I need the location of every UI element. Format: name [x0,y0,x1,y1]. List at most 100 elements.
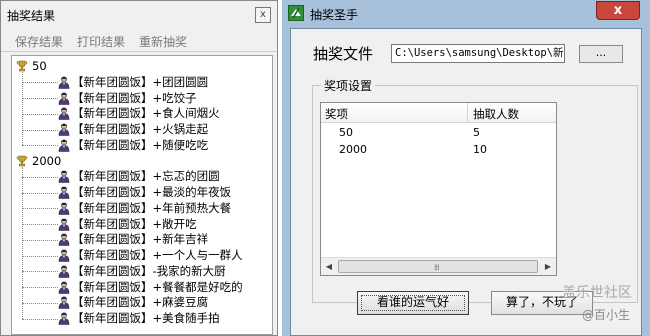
trophy-icon [16,60,28,72]
tree-connector [22,145,58,147]
result-item-label: 【新年团圆饭】+新年吉祥 [72,232,209,247]
tree-connector [22,98,58,99]
tree-connector [22,113,58,115]
file-label: 抽奖文件 [313,45,374,63]
user-icon [58,76,70,89]
results-toolbar: 保存结果 打印结果 重新抽奖 [1,31,277,52]
user-icon [58,233,70,247]
result-item-label: 【新年团圆饭】+忘忑的团圆 [72,169,220,184]
result-item-label: 【新年团圆饭】+食人间烟火 [72,106,220,121]
result-item[interactable]: 【新年团圆饭】+最淡的年夜饭 [58,185,231,200]
result-item[interactable]: 【新年团圆饭】-我家的新大厨 [58,264,226,279]
column-count[interactable]: 抽取人数 [473,106,519,122]
result-item[interactable]: 【新年团圆饭】+一个人与一群人 [58,248,243,263]
user-icon [58,249,70,262]
tree-connector [22,255,58,257]
result-item-label: 【新年团圆饭】+随便吃吃 [72,137,209,152]
result-item[interactable]: 【新年团圆饭】+吃饺子 [58,91,197,106]
user-icon [58,170,70,184]
result-group-label: 2000 [32,153,62,168]
result-item-label: 【新年团圆饭】+美食随手拍 [72,311,220,325]
redraw-button[interactable]: 重新抽奖 [139,33,187,50]
user-icon [58,92,70,105]
result-item[interactable]: 【新年团圆饭】+新年吉祥 [58,232,208,247]
user-icon [58,296,70,310]
tree-connector [22,287,58,288]
tree-connector [22,192,58,194]
prize-row[interactable]: 2000 10 [321,142,556,158]
result-item[interactable]: 【新年团圆饭】+餐餐都是好吃的 [58,280,243,295]
result-item[interactable]: 【新年团圆饭】+随便吃吃 [58,138,208,153]
app-logo-icon [288,5,304,21]
tree-connector [22,318,58,320]
scroll-left-icon[interactable]: ◀ [321,258,337,275]
tree-connector [22,271,58,273]
result-item-label: 【新年团圆饭】-我家的新大厨 [72,263,226,278]
print-results-button[interactable]: 打印结果 [77,33,125,50]
scroll-thumb[interactable]: ⁞⁞⁞ [338,260,538,273]
result-item[interactable]: 【新年团圆饭】+火锅走起 [58,122,208,137]
tree-connector [22,224,58,225]
prize-list-header: 奖项 抽取人数 [321,103,556,123]
lucky-draw-button[interactable]: 看谁的运气好 [357,291,469,315]
count-cell: 5 [473,126,480,139]
result-item-label: 【新年团圆饭】+敞开吃 [72,216,197,231]
user-icon [58,218,70,231]
result-item[interactable]: 【新年团圆饭】+麻婆豆腐 [58,295,208,310]
tree-connector [22,302,58,304]
file-path-input[interactable]: C:\Users\samsung\Desktop\新建 [391,44,565,63]
tree-branch-line [22,72,23,146]
app-close-button[interactable]: x [596,1,640,20]
result-item-label: 【新年团圆饭】+最淡的年夜饭 [72,185,232,199]
column-divider[interactable] [467,103,468,122]
result-item[interactable]: 【新年团圆饭】+敞开吃 [58,217,197,232]
tree-connector [22,82,58,84]
tree-connector [22,208,58,210]
result-item-label: 【新年团圆饭】+火锅走起 [72,122,209,136]
trophy-icon [16,155,28,166]
browse-button[interactable]: ... [579,45,623,63]
prize-cell: 2000 [339,143,367,156]
watermark-site: 盖乐世社区 [562,285,632,301]
count-cell: 10 [473,143,487,156]
prize-list[interactable]: 奖项 抽取人数 50 5 2000 10 ◀ ⁞⁞⁞ ▶ [320,102,557,276]
tree-connector [22,176,58,178]
results-tree[interactable]: 50 【新年团圆饭】+团团圆圆 【新年团圆饭】+吃饺子 【新年团圆饭】+食人间烟火 【新… [11,55,273,335]
result-item[interactable]: 【新年团圆饭】+食人间烟火 [58,106,220,121]
save-results-button[interactable]: 保存结果 [15,33,63,50]
prize-settings-group: 奖项设置 奖项 抽取人数 50 5 2000 10 ◀ ⁞⁞⁞ ▶ [312,77,638,303]
user-icon [58,202,70,215]
tree-branch-line [22,166,23,319]
results-window-title: 抽奖结果 [7,9,56,23]
result-group-label: 50 [32,59,47,73]
horizontal-scrollbar[interactable]: ◀ ⁞⁞⁞ ▶ [321,257,556,275]
result-item[interactable]: 【新年团圆饭】+忘忑的团圆 [58,169,220,184]
result-item-label: 【新年团圆饭】+吃饺子 [72,90,197,105]
results-titlebar: 抽奖结果 x [1,1,277,29]
focus-ring [361,295,465,311]
result-item[interactable]: 【新年团圆饭】+美食随手拍 [58,311,220,326]
user-icon [58,281,70,294]
tree-connector [22,239,58,241]
user-icon [58,123,70,136]
column-prize[interactable]: 奖项 [325,106,348,122]
results-close-button[interactable]: x [255,7,271,23]
scroll-grip-icon: ⁞⁞⁞ [434,263,440,272]
results-window: 抽奖结果 x 保存结果 打印结果 重新抽奖 50 【新年团圆饭】+团团圆圆 【新年团… [0,0,278,336]
result-item-label: 【新年团圆饭】+麻婆豆腐 [72,295,209,310]
result-item-label: 【新年团圆饭】+年前预热大餐 [72,200,232,215]
user-icon [58,265,70,278]
result-item-label: 【新年团圆饭】+一个人与一群人 [72,248,243,262]
prize-settings-label: 奖项设置 [321,77,376,94]
watermark-user: @百小生 [582,308,631,322]
user-icon [58,139,70,152]
result-item[interactable]: 【新年团圆饭】+年前预热大餐 [58,201,231,216]
app-titlebar: 抽奖圣手 x [282,0,650,28]
scroll-right-icon[interactable]: ▶ [540,258,556,275]
prize-row[interactable]: 50 5 [321,125,556,141]
result-item-label: 【新年团圆饭】+餐餐都是好吃的 [72,279,243,294]
tree-connector [22,129,58,131]
result-group[interactable]: 50 [16,59,47,74]
result-item[interactable]: 【新年团圆饭】+团团圆圆 [58,75,208,90]
result-item-label: 【新年团圆饭】+团团圆圆 [72,74,209,89]
